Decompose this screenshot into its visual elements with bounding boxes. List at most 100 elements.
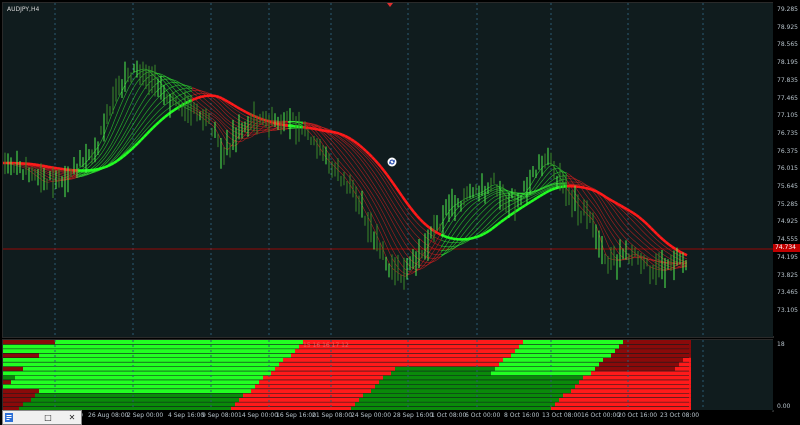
heatmap-cell: [567, 357, 571, 363]
main-price-chart[interactable]: AUDJPY,H4: [2, 2, 774, 338]
heatmap-cell: [591, 371, 595, 376]
price-axis[interactable]: 79.285 78.925 78.565 78.195 77.835 77.465 77.1…: [773, 2, 800, 336]
ma-ribbon-segment: [242, 114, 247, 117]
heatmap-cell: [567, 366, 571, 372]
ma-ribbon-segment: [467, 211, 472, 216]
heatmap-cell: [143, 384, 147, 389]
heatmap-cell: [583, 362, 587, 367]
heatmap-cell: [163, 379, 167, 385]
ma-ribbon-segment: [389, 190, 394, 196]
heatmap-cell: [315, 366, 319, 372]
heatmap-cell: [287, 388, 291, 394]
ma-ribbon-segment: [215, 94, 220, 99]
heatmap-cell: [499, 362, 503, 367]
heatmap-cell: [199, 384, 203, 389]
heatmap-cell: [255, 375, 259, 380]
heatmap-cell: [675, 344, 679, 349]
heatmap-cell: [111, 366, 115, 372]
heatmap-cell: [455, 348, 459, 354]
heatmap-cell: [667, 384, 671, 389]
chart-window[interactable]: AUDJPY,H4 79.285 78.925 78.565 78.195 77.835…: [0, 0, 800, 425]
heatmap-cell: [3, 353, 7, 358]
ma-ribbon-segment: [635, 236, 640, 240]
heatmap-cell: [55, 384, 59, 389]
heatmap-cell: [563, 384, 567, 389]
ma-ribbon-segment: [107, 129, 112, 137]
heatmap-cell: [11, 366, 15, 372]
heatmap-cell: [7, 353, 11, 358]
heatmap-cell: [215, 340, 219, 345]
heatmap-cell: [439, 344, 443, 349]
heatmap-cell: [483, 371, 487, 376]
heatmap-cell: [147, 344, 151, 349]
ma-ribbon-segment: [122, 102, 127, 110]
heatmap-cell: [83, 340, 87, 345]
indicator-subwindow[interactable]: 15 16 16 17 12: [2, 339, 774, 412]
ma-ribbon-segment: [239, 112, 244, 115]
ma-ribbon-segment: [419, 225, 424, 229]
heatmap-cell: [63, 357, 67, 363]
heatmap-cell: [507, 344, 511, 349]
heatmap-cell: [479, 375, 483, 380]
heatmap-cell: [431, 384, 435, 389]
ma-ribbon-segment: [86, 165, 91, 169]
heatmap-cell: [611, 384, 615, 389]
heatmap-cell: [347, 353, 351, 358]
ma-ribbon-segment: [494, 202, 499, 206]
heatmap-cell: [611, 366, 615, 372]
heatmap-cell: [99, 353, 103, 358]
heatmap-cell: [535, 344, 539, 349]
ma-ribbon-segment: [578, 198, 583, 203]
ma-ribbon-segment: [389, 210, 394, 217]
ma-ribbon-segment: [368, 182, 373, 188]
heatmap-cell: [11, 388, 15, 394]
heatmap-cell: [107, 362, 111, 367]
ma-ribbon-segment: [374, 186, 379, 192]
heatmap-cell: [303, 371, 307, 376]
heatmap-cell: [423, 344, 427, 349]
heatmap-cell: [371, 375, 375, 380]
ma-ribbon-segment: [194, 93, 199, 95]
ma-ribbon-segment: [530, 198, 535, 203]
heatmap-cell: [167, 384, 171, 389]
heatmap-cell: [47, 366, 51, 372]
heatmap-cell: [319, 375, 323, 380]
ma-ribbon-segment: [140, 135, 145, 141]
heatmap-cell: [187, 375, 191, 380]
heatmap-cell: [467, 362, 471, 367]
heatmap-cell: [67, 379, 71, 385]
heatmap-cell: [523, 384, 527, 389]
heatmap-cell: [683, 384, 687, 389]
heatmap-cell: [251, 353, 255, 358]
heatmap-cell: [655, 375, 659, 380]
heatmap-cell: [63, 353, 67, 358]
heatmap-cell: [159, 371, 163, 376]
ma-ribbon-segment: [416, 228, 421, 233]
heatmap-cell: [427, 357, 431, 363]
ma-ribbon-segment: [149, 110, 154, 114]
price-chart-canvas[interactable]: [3, 3, 773, 337]
heatmap-cell: [647, 362, 651, 367]
heatmap-cell: [639, 371, 643, 376]
heatmap-cell: [243, 353, 247, 358]
ma-ribbon-segment: [134, 142, 139, 147]
ma-ribbon-segment: [389, 226, 394, 233]
heatmap-cell: [171, 375, 175, 380]
ma-ribbon-segment: [542, 191, 547, 196]
heatmap-cell: [467, 371, 471, 376]
price-axis-label: 77.465: [777, 94, 798, 102]
ma-ribbon-segment: [341, 143, 346, 147]
ma-ribbon-segment: [659, 242, 664, 246]
heatmap-cell: [179, 388, 183, 394]
shift-marker-icon[interactable]: [387, 3, 393, 7]
heatmap-cell: [443, 366, 447, 372]
ma-ribbon-segment: [203, 102, 208, 106]
heatmap-cell: [463, 384, 467, 389]
heatmap-cell: [19, 348, 23, 354]
heatmap-cell: [99, 375, 103, 380]
heatmap-cell: [275, 340, 279, 345]
heatmap-cell: [187, 357, 191, 363]
heatmap-cell: [543, 353, 547, 358]
heatmap-cell: [31, 348, 35, 354]
heatmap-cell: [683, 375, 687, 380]
